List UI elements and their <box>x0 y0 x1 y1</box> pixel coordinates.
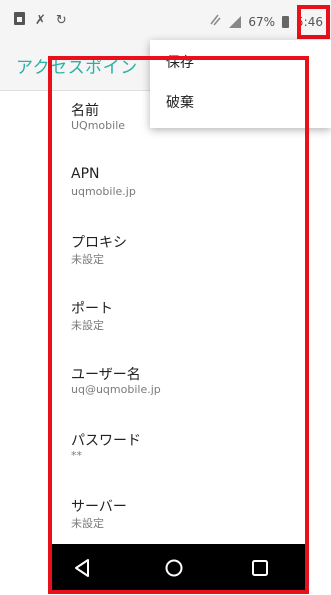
nfc-icon <box>208 13 222 30</box>
sync-icon: ↻ <box>55 13 67 28</box>
highlight-box-clock <box>297 5 330 39</box>
status-bar: ✗ ↻ 67% 5:46 <box>0 0 331 40</box>
signal-icon <box>229 15 242 28</box>
tools-icon: ✗ <box>35 13 46 28</box>
highlight-box-settings <box>48 56 309 594</box>
battery-percent: 67% <box>248 14 276 29</box>
sim-card-icon <box>14 12 25 30</box>
battery-icon <box>282 15 290 28</box>
status-bar-left-icons: ✗ ↻ <box>14 12 67 30</box>
